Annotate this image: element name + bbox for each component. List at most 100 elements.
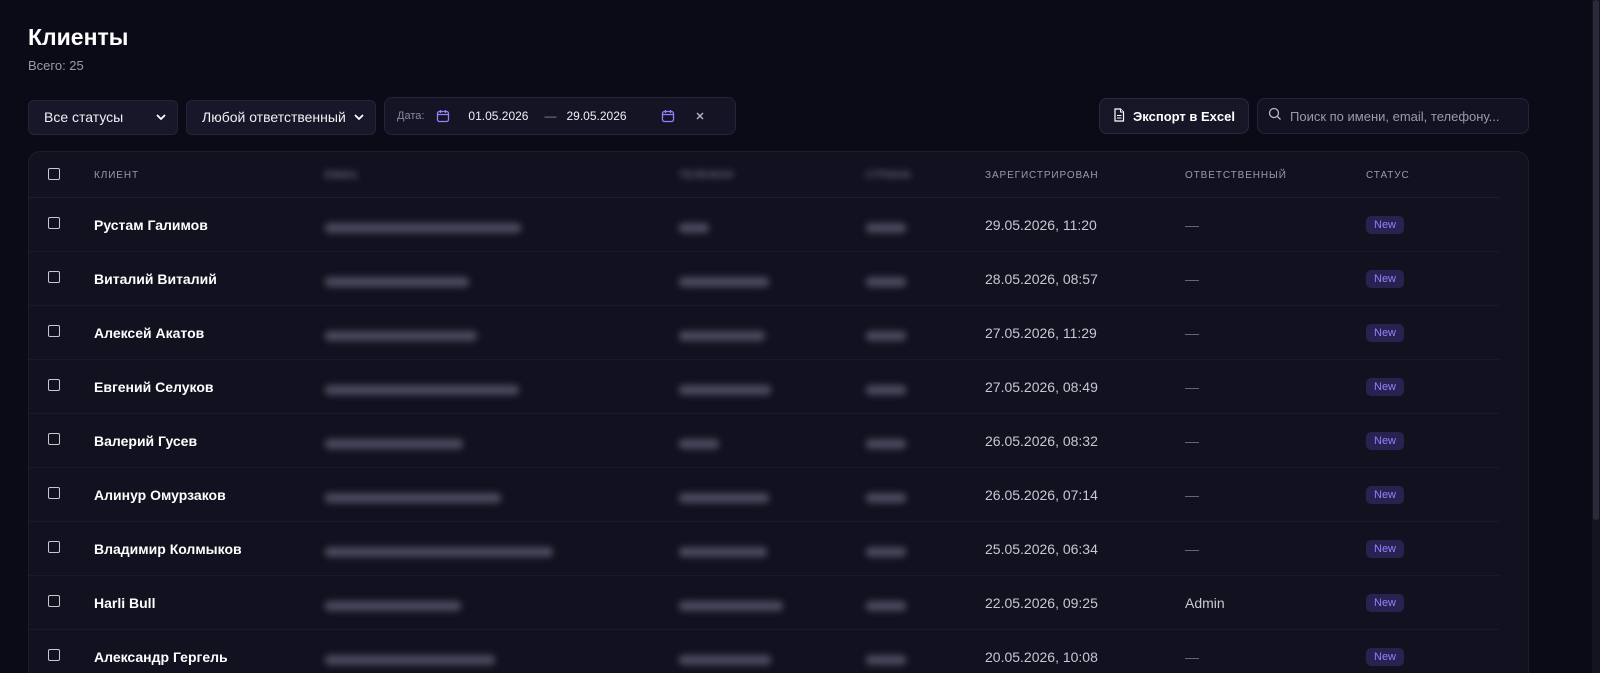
- responsible-cell: —: [1185, 649, 1199, 665]
- page-scrollbar[interactable]: [1592, 0, 1600, 673]
- table-row[interactable]: Владимир Колмыков 25.05.2026, 06:34 — New: [29, 522, 1499, 576]
- registered-date: 27.05.2026, 11:29: [985, 325, 1097, 341]
- row-checkbox[interactable]: [48, 541, 60, 553]
- registered-date: 20.05.2026, 10:08: [985, 649, 1098, 665]
- country-cell-redacted: [866, 490, 906, 506]
- table-row[interactable]: Александр Гергель 20.05.2026, 10:08 — New: [29, 630, 1499, 673]
- email-cell-redacted: [325, 274, 469, 290]
- client-name[interactable]: Алинур Омурзаков: [94, 487, 226, 503]
- date-range-filter: Дата: 01.05.2026 — 29.05.2026: [384, 97, 736, 135]
- table-row[interactable]: Harli Bull 22.05.2026, 09:25 Admin New: [29, 576, 1499, 630]
- status-badge: New: [1366, 378, 1405, 396]
- responsible-cell: —: [1185, 271, 1199, 287]
- registered-date: 26.05.2026, 07:14: [985, 487, 1098, 503]
- file-icon: [1113, 107, 1125, 125]
- registered-date: 25.05.2026, 06:34: [985, 541, 1098, 557]
- client-name[interactable]: Евгений Селуков: [94, 379, 214, 395]
- chevron-down-icon: [155, 111, 167, 123]
- row-checkbox[interactable]: [48, 595, 60, 607]
- status-select-value: Все статусы: [44, 109, 124, 125]
- filter-toolbar: Все статусы Любой ответственный Дата: 01…: [28, 97, 736, 135]
- search-input[interactable]: [1290, 108, 1518, 124]
- registered-date: 22.05.2026, 09:25: [985, 595, 1098, 611]
- phone-cell-redacted: [679, 328, 765, 344]
- calendar-icon[interactable]: [436, 109, 450, 123]
- search-box[interactable]: [1257, 98, 1529, 134]
- phone-cell-redacted: [679, 382, 771, 398]
- row-checkbox[interactable]: [48, 379, 60, 391]
- date-from-input[interactable]: 01.05.2026: [468, 109, 528, 123]
- status-select[interactable]: Все статусы: [28, 99, 178, 135]
- email-cell-redacted: [325, 598, 461, 614]
- email-cell-redacted: [325, 652, 495, 668]
- select-all-checkbox[interactable]: [48, 168, 60, 180]
- responsible-cell: —: [1185, 325, 1199, 341]
- registered-date: 29.05.2026, 11:20: [985, 217, 1097, 233]
- client-name[interactable]: Владимир Колмыков: [94, 541, 242, 557]
- email-cell-redacted: [325, 328, 477, 344]
- export-label: Экспорт в Excel: [1133, 108, 1235, 124]
- row-checkbox[interactable]: [48, 271, 60, 283]
- row-checkbox[interactable]: [48, 325, 60, 337]
- table-row[interactable]: Виталий Виталий 28.05.2026, 08:57 — New: [29, 252, 1499, 306]
- responsible-select-value: Любой ответственный: [202, 109, 346, 125]
- column-registered[interactable]: ЗАРЕГИСТРИРОВАН: [985, 170, 1098, 181]
- client-name[interactable]: Александр Гергель: [94, 649, 228, 665]
- export-excel-button[interactable]: Экспорт в Excel: [1099, 98, 1249, 134]
- table-row[interactable]: Рустам Галимов 29.05.2026, 11:20 — New: [29, 198, 1499, 252]
- column-phone[interactable]: ТЕЛЕФОН: [679, 170, 734, 181]
- email-cell-redacted: [325, 544, 553, 560]
- responsible-cell: —: [1185, 433, 1199, 449]
- column-client[interactable]: КЛИЕНТ: [94, 170, 139, 181]
- column-email[interactable]: EMAIL: [325, 170, 360, 181]
- country-cell-redacted: [866, 328, 906, 344]
- column-responsible[interactable]: ОТВЕТСТВЕННЫЙ: [1185, 170, 1287, 181]
- table-row[interactable]: Алинур Омурзаков 26.05.2026, 07:14 — New: [29, 468, 1499, 522]
- country-cell-redacted: [866, 220, 906, 236]
- country-cell-redacted: [866, 652, 906, 668]
- status-badge: New: [1366, 648, 1405, 666]
- chevron-down-icon: [353, 111, 365, 123]
- responsible-cell: —: [1185, 379, 1199, 395]
- email-cell-redacted: [325, 220, 521, 236]
- right-toolbar: Экспорт в Excel: [1099, 98, 1529, 134]
- row-checkbox[interactable]: [48, 487, 60, 499]
- date-separator: —: [544, 109, 557, 123]
- clients-page: Клиенты Всего: 25 Все статусы Любой отве…: [0, 0, 1600, 673]
- client-name[interactable]: Алексей Акатов: [94, 325, 204, 341]
- status-badge: New: [1366, 324, 1405, 342]
- email-cell-redacted: [325, 436, 463, 452]
- client-name[interactable]: Рустам Галимов: [94, 217, 208, 233]
- date-to-input[interactable]: 29.05.2026: [566, 109, 626, 123]
- table-row[interactable]: Алексей Акатов 27.05.2026, 11:29 — New: [29, 306, 1499, 360]
- column-status[interactable]: СТАТУС: [1366, 170, 1410, 181]
- phone-cell-redacted: [679, 598, 783, 614]
- row-checkbox[interactable]: [48, 649, 60, 661]
- clients-table: КЛИЕНТ EMAIL ТЕЛЕФОН СТРАНА ЗАРЕГИСТРИРО…: [28, 151, 1529, 673]
- client-name[interactable]: Виталий Виталий: [94, 271, 217, 287]
- calendar-icon[interactable]: [661, 109, 675, 123]
- country-cell-redacted: [866, 544, 906, 560]
- table-row[interactable]: Евгений Селуков 27.05.2026, 08:49 — New: [29, 360, 1499, 414]
- responsible-select[interactable]: Любой ответственный: [186, 99, 376, 135]
- registered-date: 26.05.2026, 08:32: [985, 433, 1098, 449]
- column-country[interactable]: СТРАНА: [866, 170, 911, 181]
- phone-cell-redacted: [679, 436, 719, 452]
- phone-cell-redacted: [679, 220, 709, 236]
- total-count: Всего: 25: [28, 58, 84, 73]
- country-cell-redacted: [866, 598, 906, 614]
- registered-date: 27.05.2026, 08:49: [985, 379, 1098, 395]
- client-name[interactable]: Валерий Гусев: [94, 433, 197, 449]
- row-checkbox[interactable]: [48, 433, 60, 445]
- close-icon[interactable]: [695, 111, 705, 121]
- scrollbar-thumb[interactable]: [1593, 0, 1599, 520]
- status-badge: New: [1366, 486, 1405, 504]
- status-badge: New: [1366, 432, 1405, 450]
- row-checkbox[interactable]: [48, 217, 60, 229]
- phone-cell-redacted: [679, 544, 767, 560]
- client-name[interactable]: Harli Bull: [94, 595, 155, 611]
- table-header: КЛИЕНТ EMAIL ТЕЛЕФОН СТРАНА ЗАРЕГИСТРИРО…: [29, 152, 1499, 198]
- country-cell-redacted: [866, 274, 906, 290]
- table-row[interactable]: Валерий Гусев 26.05.2026, 08:32 — New: [29, 414, 1499, 468]
- phone-cell-redacted: [679, 652, 771, 668]
